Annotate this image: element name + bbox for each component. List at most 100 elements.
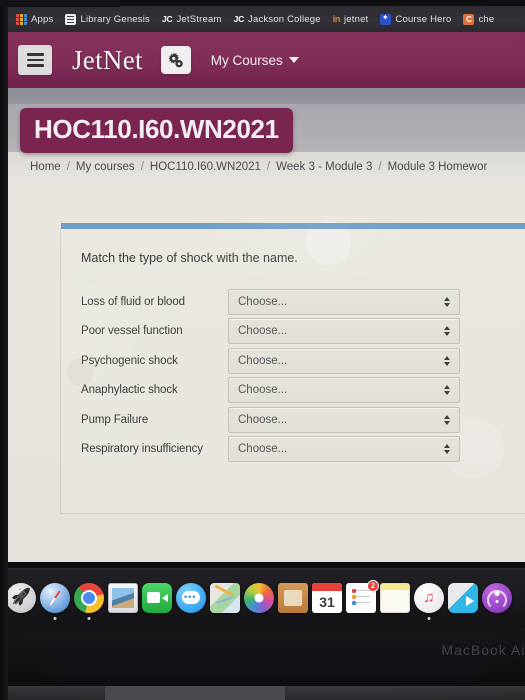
- matching-row-label: Respiratory insufficiency: [81, 443, 203, 456]
- select-value: Choose...: [238, 443, 288, 456]
- question-prompt: Match the type of shock with the name.: [81, 251, 298, 265]
- bookmark-label: Jackson College: [248, 13, 321, 25]
- dock-item-photos[interactable]: [244, 583, 274, 613]
- calendar-day: 31: [319, 594, 335, 610]
- matching-row: Anaphylactic shock Choose...: [81, 376, 521, 406]
- matching-row-label: Anaphylactic shock: [81, 384, 178, 397]
- breadcrumb-bar: Home / My courses / HOC110.I60.WN2021 / …: [8, 152, 525, 182]
- stepper-arrows-icon: [444, 385, 450, 396]
- bookmark-library-genesis[interactable]: Library Genesis: [65, 13, 150, 25]
- matching-row-select[interactable]: Choose...: [228, 288, 460, 315]
- question-accent-bar: [61, 223, 525, 229]
- select-value: Choose...: [238, 413, 288, 426]
- matching-row-select[interactable]: Choose...: [228, 377, 460, 404]
- matching-row: Loss of fluid or blood Choose...: [81, 287, 521, 317]
- bookmark-label: Library Genesis: [80, 13, 150, 25]
- breadcrumb-item-my-courses[interactable]: My courses: [76, 161, 135, 173]
- laptop-left-bezel: [0, 0, 8, 700]
- running-indicator: [87, 617, 91, 620]
- dock-item-notes[interactable]: [380, 583, 410, 613]
- question-card: Match the type of shock with the name. L…: [60, 223, 525, 514]
- site-brand-jetnet[interactable]: JetNet: [72, 45, 143, 76]
- bookmark-jackson-college[interactable]: JC Jackson College: [234, 14, 321, 25]
- running-indicator: [53, 617, 57, 620]
- select-value: Choose...: [238, 325, 288, 338]
- breadcrumb-separator: /: [66, 161, 70, 173]
- dock-item-chrome[interactable]: [74, 583, 104, 620]
- select-value: Choose...: [238, 384, 288, 397]
- gears-icon[interactable]: [160, 46, 191, 74]
- laptop-top-bezel: [0, 0, 120, 7]
- dock-item-reminders[interactable]: 2: [346, 580, 379, 613]
- bookmark-che[interactable]: che: [463, 13, 495, 25]
- dock-item-messages[interactable]: [176, 583, 206, 613]
- notification-badge: 2: [367, 580, 379, 592]
- breadcrumb-item-week[interactable]: Week 3 - Module 3: [276, 161, 372, 173]
- dock-item-preview[interactable]: [108, 583, 138, 613]
- dock-item-calendar[interactable]: 31: [312, 583, 342, 613]
- macos-dock: 31 2: [0, 568, 525, 628]
- desk-edge-highlight: [105, 686, 285, 700]
- matching-row-select[interactable]: Choose...: [228, 318, 460, 345]
- select-value: Choose...: [238, 295, 288, 308]
- bookmark-jetnet[interactable]: in jetnet: [333, 14, 369, 25]
- running-indicator: [427, 617, 431, 620]
- matching-row: Psychogenic shock Choose...: [81, 346, 521, 376]
- course-title-pill: HOC110.I60.WN2021: [20, 108, 293, 153]
- bookmark-course-hero[interactable]: Course Hero: [380, 13, 452, 25]
- matching-row: Pump Failure Choose...: [81, 405, 521, 435]
- bookmark-jetstream[interactable]: JC JetStream: [162, 14, 222, 25]
- dock-item-music[interactable]: [414, 583, 444, 620]
- stepper-arrows-icon: [444, 326, 450, 337]
- dock-item-contacts[interactable]: [278, 583, 308, 613]
- breadcrumb-separator: /: [140, 161, 144, 173]
- c-monogram-icon: [463, 13, 475, 25]
- my-courses-dropdown[interactable]: My Courses: [211, 53, 299, 68]
- device-label: MacBook Air: [441, 642, 525, 658]
- matching-row-label: Poor vessel function: [81, 325, 183, 338]
- bookmark-apps[interactable]: Apps: [16, 13, 54, 25]
- breadcrumb-item-course[interactable]: HOC110.I60.WN2021: [150, 161, 261, 173]
- apps-grid-icon: [16, 13, 27, 25]
- bookmark-label: Apps: [31, 13, 54, 25]
- dock-item-launchpad[interactable]: [6, 583, 36, 613]
- matching-row-select[interactable]: Choose...: [228, 347, 460, 374]
- calendar-header: [312, 583, 342, 591]
- laptop-screen-photo: Apps Library Genesis JC JetStream JC Jac…: [0, 0, 525, 700]
- bookmark-label: che: [478, 13, 495, 25]
- dock-item-transfer[interactable]: [448, 583, 478, 613]
- breadcrumb-item-assignment[interactable]: Module 3 Homewor: [388, 161, 488, 173]
- dock-item-safari[interactable]: [40, 583, 70, 620]
- jc-monogram-icon: JC: [233, 14, 245, 24]
- matching-row-label: Psychogenic shock: [81, 354, 178, 367]
- stepper-arrows-icon: [444, 355, 450, 366]
- bookmark-label: JetStream: [176, 13, 222, 25]
- matching-rows: Loss of fluid or blood Choose... Poor ve…: [81, 287, 521, 464]
- dock-item-maps[interactable]: [210, 583, 240, 613]
- breadcrumb-item-home[interactable]: Home: [30, 161, 61, 173]
- stepper-arrows-icon: [444, 296, 450, 307]
- page-body: Match the type of shock with the name. L…: [8, 182, 525, 562]
- select-value: Choose...: [238, 354, 288, 367]
- browser-bookmarks-bar: Apps Library Genesis JC JetStream JC Jac…: [0, 6, 525, 32]
- in-monogram-icon: in: [332, 14, 341, 24]
- library-genesis-icon: [65, 13, 77, 25]
- matching-row-select[interactable]: Choose...: [228, 406, 460, 433]
- star-icon: [380, 13, 392, 25]
- dock-item-facetime[interactable]: [142, 583, 172, 613]
- stepper-arrows-icon: [444, 414, 450, 425]
- breadcrumb-separator: /: [266, 161, 271, 173]
- matching-row: Respiratory insufficiency Choose...: [81, 435, 521, 465]
- dock-item-podcasts[interactable]: [482, 583, 512, 613]
- my-courses-label: My Courses: [210, 52, 283, 68]
- matching-row-label: Pump Failure: [81, 413, 149, 426]
- site-navbar: JetNet My Courses: [8, 32, 525, 88]
- course-title-banner: HOC110.I60.WN2021: [8, 104, 525, 153]
- matching-row: Poor vessel function Choose...: [81, 317, 521, 347]
- hamburger-icon[interactable]: [18, 45, 52, 75]
- matching-row-select[interactable]: Choose...: [228, 436, 460, 463]
- bookmark-label: Course Hero: [395, 13, 452, 25]
- chevron-down-icon: [288, 57, 299, 63]
- stepper-arrows-icon: [444, 444, 450, 455]
- breadcrumb-separator: /: [378, 161, 382, 173]
